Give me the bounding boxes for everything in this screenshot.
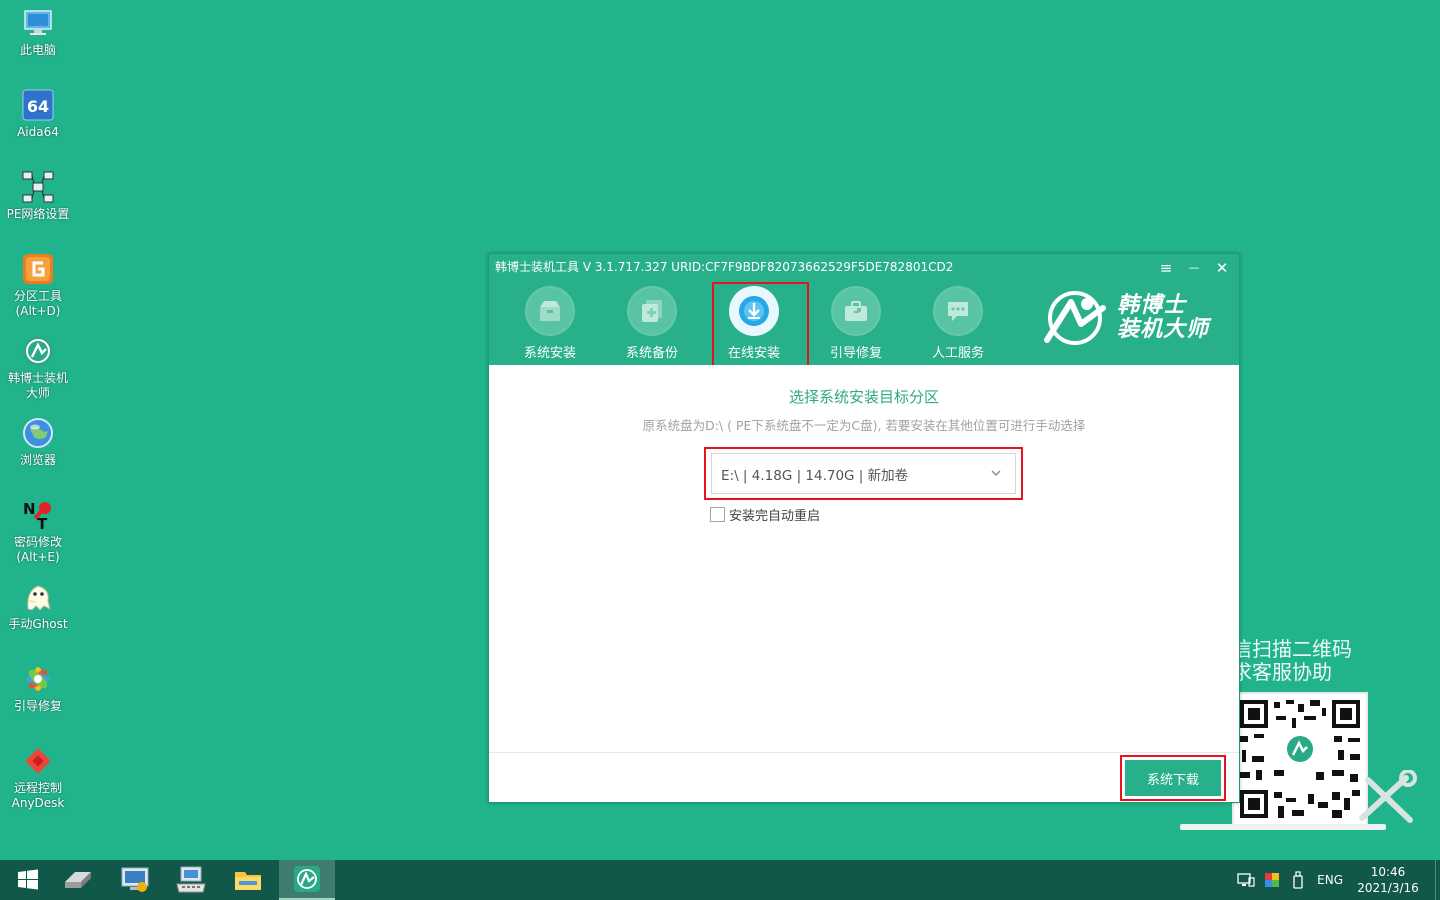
- tab-system-backup[interactable]: 系统备份: [601, 284, 703, 364]
- clock-time: 10:46: [1370, 865, 1406, 879]
- tab-label: 在线安装: [727, 346, 780, 361]
- desktop-icon-label: 手动Ghost: [8, 617, 68, 631]
- boot-repair-icon: [21, 662, 55, 696]
- tab-label: 系统安装: [523, 346, 576, 361]
- brand-text: 韩博士 装机大师: [1116, 293, 1209, 342]
- auto-reboot-checkbox[interactable]: [710, 507, 725, 522]
- desktop-icon-label: 引导修复: [13, 699, 62, 713]
- svg-text:N: N: [23, 500, 36, 518]
- window-footer: 系统下载: [489, 752, 1239, 802]
- tab-boot-repair[interactable]: 引导修复: [805, 284, 907, 364]
- system-backup-icon: [627, 286, 677, 336]
- desktop-icon-partition-tool[interactable]: 分区工具 (Alt+D): [0, 252, 76, 319]
- tab-manual-service[interactable]: 人工服务: [907, 284, 1009, 364]
- partition-select[interactable]: E:\ | 4.18G | 14.70G | 新加卷: [711, 453, 1016, 494]
- aida64-icon: 64: [21, 88, 55, 122]
- system-tray: ENG 10:46 2021/3/16: [1233, 860, 1440, 900]
- desktop-icon-browser[interactable]: 浏览器: [0, 416, 76, 468]
- this-pc-icon: [21, 6, 55, 40]
- partition-tool-icon: [21, 252, 55, 286]
- desktop-icon-password-change[interactable]: N T 密码修改 (Alt+E): [0, 498, 76, 565]
- taskbar-drive[interactable]: [50, 860, 106, 900]
- content-subtitle: 原系统盘为D:\ ( PE下系统盘不一定为C盘), 若要安装在其他位置可进行手动…: [642, 418, 1086, 433]
- clock-date: 2021/3/16: [1357, 881, 1419, 895]
- desktop-icon-this-pc[interactable]: 此电脑: [0, 6, 76, 58]
- clock[interactable]: 10:46 2021/3/16: [1353, 864, 1423, 896]
- close-button[interactable]: ✕: [1213, 259, 1231, 277]
- chat-service-icon: [933, 286, 983, 336]
- taskbar-system-monitor[interactable]: [107, 860, 163, 900]
- desktop-icon-label: 浏览器: [19, 453, 56, 467]
- desktop-icon-label: PE网络设置: [6, 207, 70, 221]
- tab-online-install[interactable]: 在线安装: [703, 282, 809, 367]
- desktop-icon-boot-repair[interactable]: 引导修复: [0, 662, 76, 714]
- drive-icon: [65, 872, 91, 888]
- taskbar: ENG 10:46 2021/3/16: [0, 860, 1440, 900]
- hanboshi-logo-icon: [1043, 291, 1106, 345]
- anydesk-icon: [21, 744, 55, 778]
- desktop-icon-aida64[interactable]: 64 Aida64: [0, 88, 76, 140]
- download-highlight: 系统下载: [1120, 755, 1226, 801]
- tab-label: 人工服务: [931, 346, 984, 361]
- auto-reboot-label: 安装完自动重启: [729, 509, 821, 524]
- content-title: 选择系统安装目标分区: [788, 388, 939, 406]
- usb-device-icon[interactable]: [1285, 860, 1311, 900]
- svg-text:T: T: [37, 515, 48, 532]
- main-content: 选择系统安装目标分区 原系统盘为D:\ ( PE下系统盘不一定为C盘), 若要安…: [489, 365, 1239, 752]
- tab-label: 引导修复: [829, 346, 882, 361]
- password-change-icon: N T: [21, 498, 55, 532]
- partition-selected-value: E:\ | 4.18G | 14.70G | 新加卷: [721, 467, 909, 484]
- taskbar-file-explorer[interactable]: [220, 860, 276, 900]
- hanboshi-app-icon: [294, 866, 320, 892]
- window-title: 韩博士装机工具 V 3.1.717.327 URID:CF7F9BDF82073…: [495, 260, 954, 274]
- ghost-icon: [21, 580, 55, 614]
- tab-label: 系统备份: [625, 346, 678, 361]
- input-language[interactable]: ENG: [1311, 873, 1353, 887]
- desktop-icon-label: 此电脑: [19, 43, 56, 57]
- brand-logo: 韩博士 装机大师: [1041, 290, 1209, 346]
- desktop-icon-label: 分区工具 (Alt+D): [13, 289, 62, 318]
- qr-service-card: 信扫描二维码 求客服协助: [1180, 630, 1440, 840]
- qr-code: [1232, 692, 1368, 826]
- minimize-button[interactable]: —: [1185, 259, 1203, 277]
- app-window: 韩博士装机工具 V 3.1.717.327 URID:CF7F9BDF82073…: [488, 253, 1240, 803]
- title-bar: 韩博士装机工具 V 3.1.717.327 URID:CF7F9BDF82073…: [489, 254, 1239, 367]
- desktop-icon-ghost[interactable]: 手动Ghost: [0, 580, 76, 632]
- desktop-icon-label: 远程控制 AnyDesk: [11, 781, 65, 810]
- menu-icon[interactable]: ≡: [1157, 259, 1175, 277]
- system-monitor-icon: [121, 867, 149, 892]
- tab-system-install[interactable]: 系统安装: [499, 284, 601, 364]
- desktop-icon-label: Aida64: [17, 125, 59, 139]
- system-download-button[interactable]: 系统下载: [1125, 760, 1221, 796]
- desktop-icon-label: 密码修改 (Alt+E): [13, 535, 62, 564]
- network-settings-icon: [21, 170, 55, 204]
- main-tabs: 系统安装 系统备份 在线安装 引导修复 人工服务: [499, 282, 1009, 367]
- desktop-icon-network-settings[interactable]: PE网络设置: [0, 170, 76, 222]
- start-icon: [18, 869, 38, 890]
- desktop-icon-hanboshi[interactable]: 韩博士装机 大师: [0, 334, 76, 401]
- show-desktop-button[interactable]: [1435, 860, 1440, 900]
- system-install-icon: [525, 286, 575, 336]
- desktop-icon-label: 韩博士装机 大师: [7, 371, 68, 400]
- wrench-icon: [1354, 769, 1420, 830]
- color-display-icon[interactable]: [1259, 860, 1285, 900]
- taskbar-keyboard-computer[interactable]: [163, 860, 219, 900]
- qr-caption: 信扫描二维码 求客服协助: [1232, 637, 1352, 684]
- svg-text:64: 64: [27, 97, 49, 116]
- hanboshi-icon: [21, 334, 55, 368]
- partition-highlight: E:\ | 4.18G | 14.70G | 新加卷: [704, 447, 1023, 500]
- chevron-down-icon: [991, 470, 1001, 476]
- browser-icon: [21, 416, 55, 450]
- file-explorer-icon: [235, 872, 261, 890]
- taskbar-hanboshi-app[interactable]: [279, 860, 335, 900]
- window-controls: ≡ — ✕: [1157, 259, 1231, 277]
- auto-reboot-option[interactable]: 安装完自动重启: [710, 505, 820, 524]
- boot-repair-icon: [831, 286, 881, 336]
- network-icon[interactable]: [1233, 860, 1259, 900]
- online-install-icon: [729, 286, 779, 336]
- keyboard-computer-icon: [176, 866, 206, 893]
- desktop-icon-anydesk[interactable]: 远程控制 AnyDesk: [0, 744, 76, 811]
- start-button[interactable]: [0, 860, 56, 900]
